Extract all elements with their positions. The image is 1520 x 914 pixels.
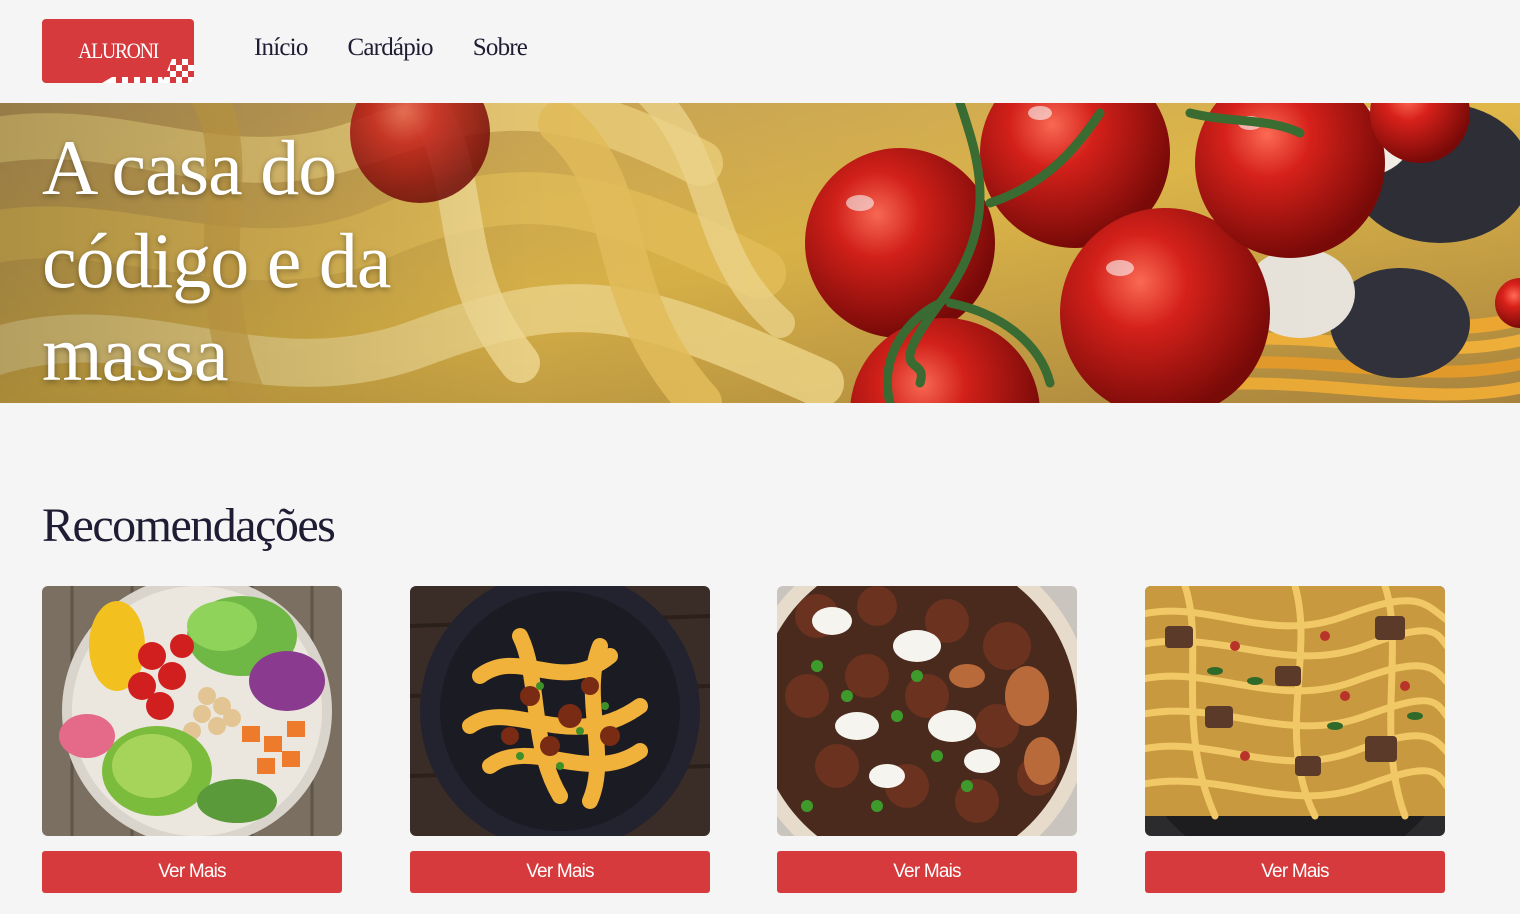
checkered-pattern-icon [102, 59, 194, 83]
hero-banner: A casa do código e da massa [0, 103, 1520, 403]
main-nav: Início Cardápio Sobre [254, 34, 528, 62]
steak-fettuccine-photo[interactable] [1145, 586, 1445, 836]
aluroni-logo[interactable]: ALURONI [42, 19, 194, 83]
ver-mais-button[interactable]: Ver Mais [410, 851, 710, 893]
nav-link-cardapio[interactable]: Cardápio [348, 34, 434, 62]
recommendations-title: Recomendações [42, 499, 336, 552]
hero-title-line-3: massa [42, 310, 229, 397]
ver-mais-button[interactable]: Ver Mais [1145, 851, 1445, 893]
nav-link-inicio[interactable]: Início [254, 34, 308, 62]
site-header: ALURONI Início Cardápio Sobre [0, 0, 1520, 103]
nav-link-sobre[interactable]: Sobre [473, 34, 528, 62]
salad-bowl-photo[interactable] [42, 586, 342, 836]
hero-title: A casa do código e da massa [42, 121, 482, 400]
ver-mais-button[interactable]: Ver Mais [777, 851, 1077, 893]
ver-mais-button[interactable]: Ver Mais [42, 851, 342, 893]
meatballs-dish-photo[interactable] [777, 586, 1077, 836]
recommendation-card: Ver Mais [410, 586, 710, 893]
recommendation-card: Ver Mais [42, 586, 342, 893]
bolognese-pasta-photo[interactable] [410, 586, 710, 836]
recommendation-card: Ver Mais [777, 586, 1077, 893]
hero-title-line-1: A casa do [42, 124, 337, 211]
recommendation-card: Ver Mais [1145, 586, 1445, 893]
hero-title-line-2: código e da [42, 217, 392, 304]
